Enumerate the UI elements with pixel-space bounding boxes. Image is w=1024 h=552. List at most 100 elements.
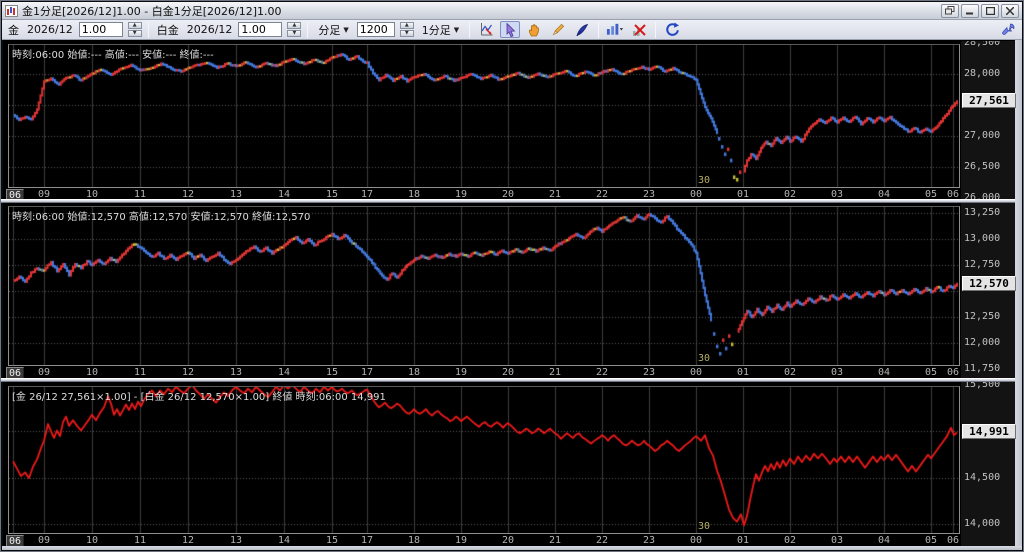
x-axis-label: 00 (690, 367, 702, 378)
y-axis-label: 28,000 (964, 68, 1000, 79)
x-axis-label: 09 (38, 535, 50, 546)
x-axis-label: 19 (455, 189, 467, 199)
quill-draw-icon[interactable] (572, 21, 592, 38)
x-axis-label: 05 (925, 189, 937, 199)
x-axis-label: 22 (596, 535, 608, 546)
platinum-ratio-input[interactable] (238, 22, 282, 37)
x-axis-label: 10 (86, 189, 98, 199)
panel-info-text: 時刻:06:00 始値:12,570 高値:12,570 安値:12,570 終… (12, 208, 310, 223)
platinum-month-label: 2026/12 (185, 23, 235, 36)
x-axis-label: 17 (361, 367, 373, 378)
price-axis[interactable]: 13,25013,00012,75012,25012,00011,75012,5… (961, 203, 1018, 378)
price-axis[interactable]: 28,50028,00027,00026,50026,00027,561 (961, 41, 1018, 199)
wrench-settings-icon[interactable] (998, 21, 1018, 38)
panel-info-text: 時刻:06:00 始値:--- 高値:--- 安値:--- 終値:--- (12, 46, 214, 61)
bar-chart-type-icon[interactable] (605, 21, 625, 38)
chevron-down-icon: ▼ (343, 26, 348, 34)
chart-panel-platinum-1min: 時刻:06:00 始値:12,570 高値:12,570 安値:12,570 終… (3, 203, 1023, 378)
window-title: 金1分足[2026/12]1.00 - 白金1分足[2026/12]1.00 (22, 3, 941, 19)
pointer-select-icon[interactable] (500, 21, 520, 38)
toolbar-separator (655, 22, 656, 38)
x-axis-label: 14 (278, 189, 290, 199)
bar-type-dropdown[interactable]: 分足▼ (314, 20, 352, 40)
y-axis-label: 15,500 (964, 382, 1000, 390)
x-axis-label: 11 (134, 367, 146, 378)
x-axis-label: 15 (326, 367, 338, 378)
x-axis-label: 05 (925, 535, 937, 546)
x-axis-label: 21 (549, 189, 561, 199)
day-change-label: 30 (698, 353, 710, 364)
y-axis-label: 13,250 (964, 207, 1000, 218)
x-axis-label: 01 (737, 367, 749, 378)
x-axis-label: 18 (408, 189, 420, 199)
x-axis-label: 06 (947, 367, 959, 378)
hand-pan-icon[interactable] (524, 21, 544, 38)
x-axis-label: 10 (86, 535, 98, 546)
maximize-button[interactable] (981, 4, 999, 18)
x-axis-label: 03 (831, 189, 843, 199)
close-button[interactable] (1001, 4, 1019, 18)
current-price-label: 27,561 (962, 93, 1016, 108)
y-axis-label: 14,500 (964, 472, 1000, 483)
y-axis-label: 26,500 (964, 161, 1000, 172)
chart-canvas-spread-gold-minus-platinum[interactable] (9, 387, 959, 533)
x-axis-label: 00 (690, 535, 702, 546)
window-right-frame (1015, 40, 1022, 546)
x-axis-label: 05 (925, 367, 937, 378)
gold-label: 金 (6, 22, 21, 38)
x-axis-label: 19 (455, 367, 467, 378)
y-axis-label: 11,750 (964, 363, 1000, 374)
pencil-draw-icon[interactable] (548, 21, 568, 38)
panel-splitter-2[interactable] (1, 378, 1021, 382)
x-axis-label: 06 (947, 535, 959, 546)
toolbar-separator (148, 22, 149, 38)
toolbar: 金 2026/12 ▲▼ 白金 2026/12 ▲▼ 分足▼ ▲▼ 1分足▼ (2, 20, 1022, 40)
x-axis-label: 03 (831, 535, 843, 546)
chart-panel-gold-1min: 時刻:06:00 始値:--- 高値:--- 安値:--- 終値:---28,5… (3, 41, 1023, 199)
x-axis-label: 20 (502, 535, 514, 546)
gold-ratio-input[interactable] (79, 22, 123, 37)
x-axis-label: 22 (596, 189, 608, 199)
day-change-label: 30 (698, 175, 710, 186)
x-axis-label: 14 (278, 535, 290, 546)
x-axis-label: 21 (549, 535, 561, 546)
delete-drawing-icon[interactable] (629, 21, 649, 38)
chart-cursor-icon[interactable] (476, 21, 496, 38)
current-price-label: 12,570 (962, 276, 1016, 291)
float-window-button[interactable] (941, 4, 959, 18)
x-axis-label: 23 (643, 535, 655, 546)
minimize-button[interactable] (961, 4, 979, 18)
toolbar-separator (469, 22, 470, 38)
x-axis-label: 00 (690, 189, 702, 199)
x-axis-label: 13 (230, 189, 242, 199)
x-axis-label: 23 (643, 189, 655, 199)
y-axis-label: 26,000 (964, 192, 1000, 199)
bar-count-spinner[interactable]: ▲▼ (400, 22, 414, 37)
refresh-icon[interactable] (662, 21, 682, 38)
panel-info-text: [金 26/12 27,561×1.00] - [白金 26/12 12,570… (12, 388, 386, 403)
toolbar-separator (598, 22, 599, 38)
x-axis-label: 18 (408, 535, 420, 546)
interval-dropdown[interactable]: 1分足▼ (418, 20, 463, 40)
x-axis-label: 12 (182, 189, 194, 199)
x-axis-label: 06 (6, 367, 24, 378)
x-axis-label: 01 (737, 535, 749, 546)
x-axis-label: 17 (361, 189, 373, 199)
platinum-ratio-spinner[interactable]: ▲▼ (287, 22, 301, 37)
x-axis-label: 20 (502, 367, 514, 378)
y-axis-label: 12,750 (964, 259, 1000, 270)
y-axis-label: 14,000 (964, 518, 1000, 529)
chart-canvas-platinum-1min[interactable] (9, 207, 959, 365)
chart-canvas-gold-1min[interactable] (9, 45, 959, 187)
y-axis-label: 13,000 (964, 233, 1000, 244)
x-axis-label: 11 (134, 535, 146, 546)
panel-splitter-1[interactable] (1, 199, 1021, 203)
x-axis-label: 12 (182, 367, 194, 378)
x-axis-label: 10 (86, 367, 98, 378)
x-axis-label: 09 (38, 189, 50, 199)
bar-count-input[interactable] (357, 22, 395, 37)
gold-ratio-spinner[interactable]: ▲▼ (128, 22, 142, 37)
x-axis-label: 03 (831, 367, 843, 378)
app-candlestick-icon (5, 5, 18, 17)
price-axis[interactable]: 15,50014,50014,00014,991 (961, 382, 1018, 547)
